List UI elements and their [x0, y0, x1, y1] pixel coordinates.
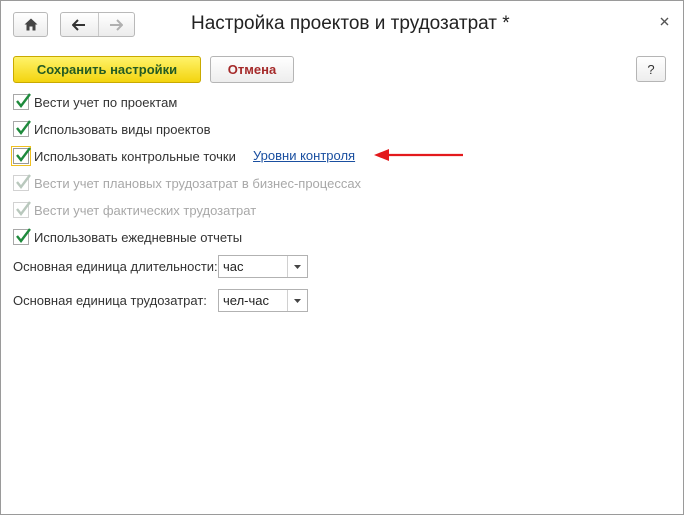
checkbox-label: Использовать контрольные точки [34, 148, 236, 164]
checkbox[interactable] [13, 120, 31, 137]
checkbox-label: Вести учет фактических трудозатрат [34, 202, 257, 218]
labor-unit-label: Основная единица трудозатрат: [13, 293, 207, 308]
checkbox-label: Использовать виды проектов [34, 121, 211, 137]
check-icon [16, 201, 31, 216]
close-icon [660, 17, 668, 25]
labor-unit-dropdown-button[interactable] [287, 290, 307, 311]
checkbox [13, 201, 31, 218]
duration-unit-dropdown-button[interactable] [287, 256, 307, 277]
checkbox-label: Использовать ежедневные отчеты [34, 229, 243, 245]
checkbox-use-project-types[interactable]: Использовать виды проектов [13, 120, 211, 138]
checkbox-label: Вести учет по проектам [34, 94, 178, 110]
cancel-button[interactable]: Отмена [210, 56, 294, 83]
checkbox [13, 174, 31, 191]
arrow-right-icon [110, 18, 124, 31]
chevron-down-icon [294, 298, 301, 303]
check-icon [16, 93, 31, 108]
check-icon [16, 120, 31, 135]
check-icon [16, 228, 31, 243]
back-button[interactable] [61, 13, 98, 36]
check-icon [16, 174, 31, 189]
duration-unit-value[interactable]: час [219, 259, 287, 274]
labor-unit-select[interactable]: чел-час [218, 289, 308, 312]
control-levels-link[interactable]: Уровни контроля [253, 148, 355, 163]
forward-button[interactable] [97, 13, 135, 36]
check-icon [16, 147, 31, 162]
home-icon [24, 18, 37, 31]
home-button[interactable] [13, 12, 48, 37]
duration-unit-select[interactable]: час [218, 255, 308, 278]
save-settings-button[interactable]: Сохранить настройки [13, 56, 201, 83]
checkbox-track-projects[interactable]: Вести учет по проектам [13, 93, 177, 111]
checkbox-actual-labor: Вести учет фактических трудозатрат [13, 201, 256, 219]
checkbox-daily-reports[interactable]: Использовать ежедневные отчеты [13, 228, 242, 246]
checkbox-use-control-points[interactable]: Использовать контрольные точки [11, 146, 236, 166]
duration-unit-label: Основная единица длительности: [13, 259, 218, 274]
chevron-down-icon [294, 264, 301, 269]
settings-window: Настройка проектов и трудозатрат * Сохра… [0, 0, 684, 515]
arrow-left-icon [72, 18, 86, 31]
checkbox[interactable] [13, 228, 31, 245]
checkbox[interactable] [11, 146, 31, 166]
close-button[interactable] [657, 14, 671, 28]
labor-unit-value[interactable]: чел-час [219, 293, 287, 308]
checkbox-planned-labor-bp: Вести учет плановых трудозатрат в бизнес… [13, 174, 361, 192]
checkbox-label: Вести учет плановых трудозатрат в бизнес… [34, 175, 362, 191]
window-title: Настройка проектов и трудозатрат * [191, 13, 510, 34]
help-button[interactable]: ? [636, 56, 666, 82]
checkbox[interactable] [13, 93, 31, 110]
navigation-buttons [60, 12, 135, 37]
red-arrow-icon [374, 149, 463, 161]
